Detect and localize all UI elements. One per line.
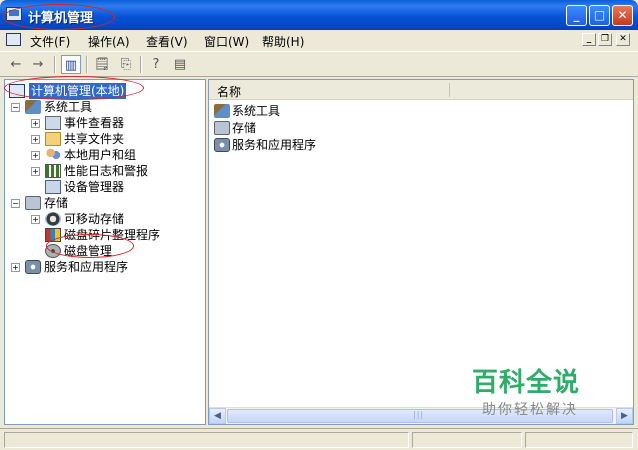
menu-view[interactable]: 查看(V) (146, 33, 188, 50)
scroll-right-button[interactable]: ▶ (616, 408, 633, 424)
list-item-label: 存储 (232, 121, 257, 135)
storage-icon (25, 196, 41, 210)
console-tree[interactable]: 计算机管理(本地) − 系统工具 + 事件查看器 + 共享文件夹 + 本地用户和… (4, 79, 206, 425)
tree-root-label[interactable]: 计算机管理(本地) (29, 83, 127, 99)
expand-icon[interactable]: + (11, 263, 20, 272)
menu-action[interactable]: 操作(A) (88, 33, 130, 50)
collapse-icon[interactable]: − (11, 103, 20, 112)
tree-label[interactable]: 存储 (44, 195, 68, 211)
properties-icon[interactable]: 🗒 (92, 55, 112, 74)
maximize-button[interactable]: □ (589, 5, 610, 26)
removable-storage-icon (45, 212, 61, 226)
storage-icon (214, 121, 230, 135)
system-tools-icon (25, 100, 41, 114)
action-pane-icon[interactable]: ▤ (170, 55, 190, 74)
status-bar (0, 428, 638, 450)
event-viewer-icon (45, 116, 61, 130)
list-item-label: 系统工具 (232, 104, 281, 118)
watermark-subtitle: 助你轻松解决 (482, 402, 578, 418)
toolbar-separator (54, 56, 56, 73)
shared-folder-icon (45, 132, 61, 146)
toolbar: ← → ▥ 🗒 ⎘ ? ▤ (0, 51, 638, 77)
menu-bar: 文件(F) 操作(A) 查看(V) 窗口(W) 帮助(H) _ ❐ ✕ (0, 30, 638, 50)
toolbar-separator (140, 56, 142, 73)
computer-icon[interactable] (6, 33, 21, 46)
show-hide-tree-icon[interactable]: ▥ (61, 55, 81, 74)
expand-icon[interactable]: + (31, 151, 40, 160)
computer-icon (9, 84, 25, 98)
column-header[interactable]: 名称 (209, 80, 633, 100)
defrag-icon (45, 228, 61, 242)
tree-label[interactable]: 本地用户和组 (64, 147, 136, 163)
tree-label[interactable]: 事件查看器 (64, 115, 124, 131)
menu-window[interactable]: 窗口(W) (204, 33, 249, 50)
toolbar-separator (86, 56, 88, 73)
column-divider[interactable] (449, 83, 450, 97)
export-list-icon[interactable]: ⎘ (116, 55, 136, 74)
mdi-minimize-button[interactable]: _ (582, 33, 596, 46)
status-cell (412, 432, 522, 448)
mdi-restore-button[interactable]: ❐ (598, 33, 612, 46)
system-tools-icon (214, 104, 230, 118)
help-icon[interactable]: ? (146, 55, 166, 74)
back-arrow-icon[interactable]: ← (6, 55, 26, 74)
tree-label[interactable]: 设备管理器 (64, 179, 124, 195)
status-cell (525, 432, 633, 448)
status-cell (4, 432, 409, 448)
performance-icon (45, 164, 61, 178)
column-name[interactable]: 名称 (217, 83, 241, 100)
tree-label[interactable]: 可移动存储 (64, 211, 124, 227)
title-bar[interactable]: 计算机管理 _ □ ✕ (0, 0, 638, 30)
tree-label[interactable]: 共享文件夹 (64, 131, 124, 147)
close-button[interactable]: ✕ (612, 5, 633, 26)
forward-arrow-icon[interactable]: → (28, 55, 48, 74)
tree-label[interactable]: 服务和应用程序 (44, 259, 128, 275)
tree-label[interactable]: 磁盘管理 (64, 243, 112, 259)
collapse-icon[interactable]: − (11, 199, 20, 208)
scroll-left-button[interactable]: ◀ (209, 408, 226, 424)
mdi-close-button[interactable]: ✕ (616, 33, 630, 46)
window-title: 计算机管理 (28, 11, 94, 26)
expand-icon[interactable]: + (31, 135, 40, 144)
watermark-title: 百科全说 (472, 368, 581, 398)
menu-help[interactable]: 帮助(H) (262, 33, 304, 50)
expand-icon[interactable]: + (31, 167, 40, 176)
minimize-button[interactable]: _ (566, 5, 587, 26)
tree-label[interactable]: 磁盘碎片整理程序 (64, 227, 160, 243)
services-icon (214, 138, 230, 152)
device-manager-icon (45, 180, 61, 194)
expand-icon[interactable]: + (31, 119, 40, 128)
tree-label[interactable]: 系统工具 (44, 99, 92, 115)
menu-file[interactable]: 文件(F) (30, 33, 70, 50)
services-icon (25, 260, 41, 274)
computer-management-icon (6, 7, 22, 21)
expand-icon[interactable]: + (31, 215, 40, 224)
disk-management-icon (45, 244, 61, 258)
tree-label[interactable]: 性能日志和警报 (64, 163, 148, 179)
list-item-label: 服务和应用程序 (232, 138, 317, 152)
users-icon (45, 148, 61, 162)
